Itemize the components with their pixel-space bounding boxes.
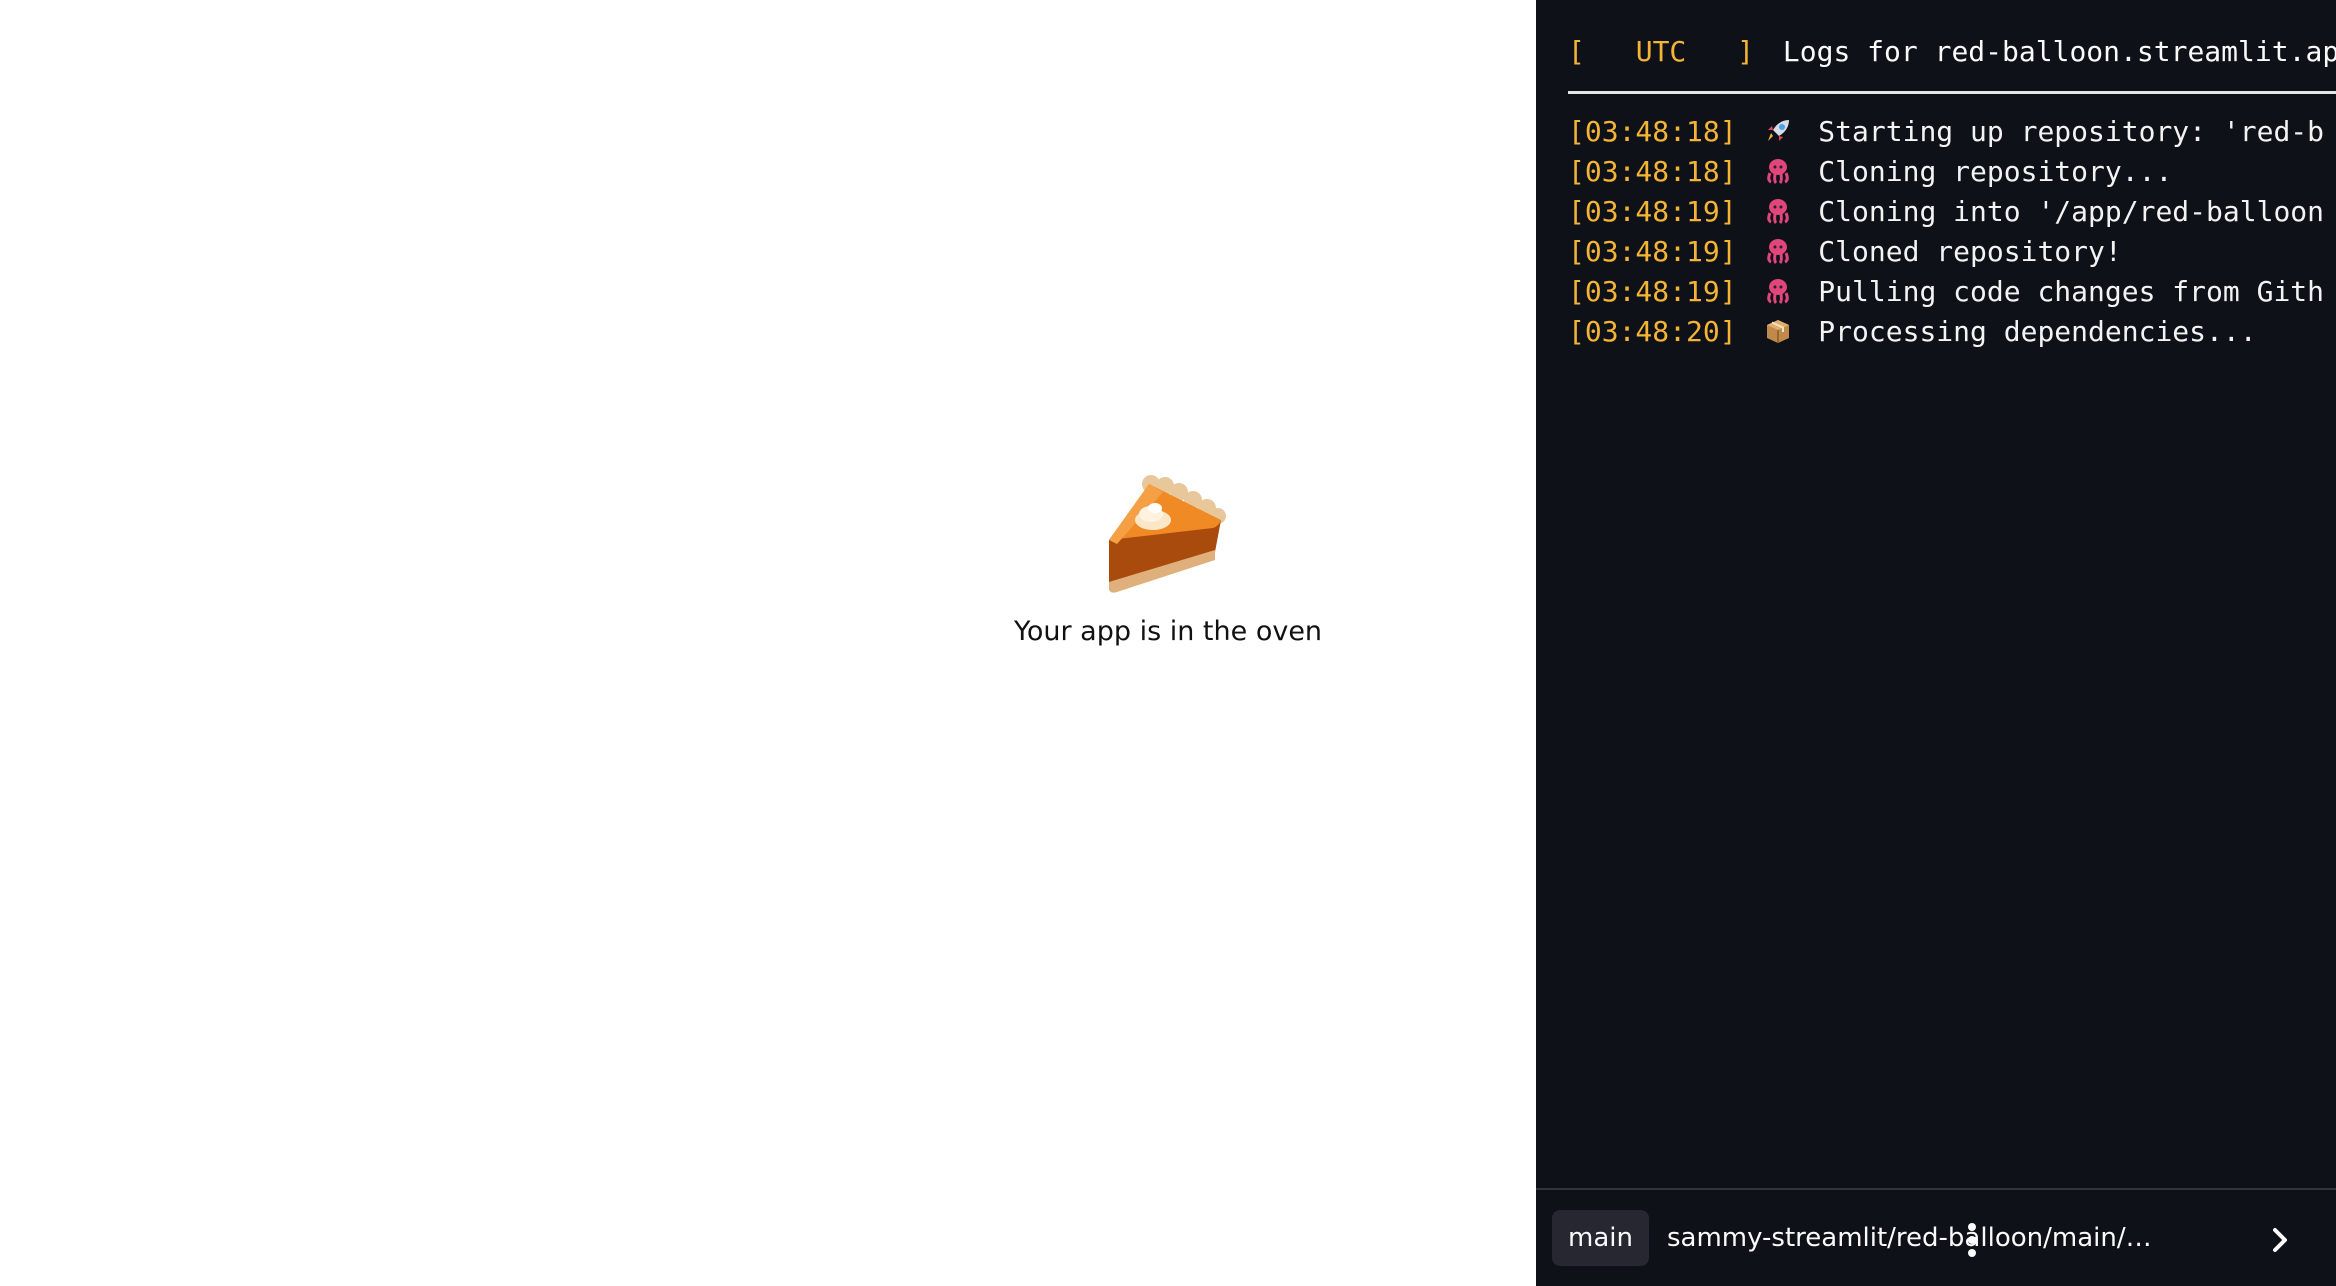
branch-badge: main — [1552, 1210, 1649, 1266]
page: Your app is in the oven [ UTC ] Logs for… — [0, 0, 2336, 1286]
timezone-open-bracket: [ — [1568, 35, 1585, 68]
repo-path-link[interactable]: sammy-streamlit/red-balloon/main/app.py — [1667, 1223, 2157, 1253]
octopus-icon — [1767, 239, 1790, 265]
console-toolbar: main sammy-streamlit/red-balloon/main/ap… — [1536, 1188, 2336, 1286]
vertical-dots-icon — [1968, 1223, 1976, 1257]
console-title: Logs for red-balloon.streamlit.app — [1782, 35, 2336, 68]
log-line: [03:48:20] Processing dependencies... — [1568, 312, 2324, 352]
log-line: [03:48:19] Pulling code changes from Git… — [1568, 272, 2324, 312]
log-message: Cloning into '/app/red-balloon'... — [1818, 195, 2324, 228]
pie-slice-icon — [1109, 475, 1226, 593]
log-timestamp: [03:48:19] — [1568, 275, 1737, 308]
log-timestamp: [03:48:18] — [1568, 155, 1737, 188]
octopus-icon — [1767, 199, 1790, 225]
log-line: [03:48:18] Starting up repository: 'red-… — [1568, 112, 2324, 152]
loading-message: Your app is in the oven — [1013, 616, 1323, 647]
log-console: [ UTC ] Logs for red-balloon.streamlit.a… — [1536, 0, 2336, 1286]
log-line: [03:48:19] Cloning into '/app/red-balloo… — [1568, 192, 2324, 232]
log-line: [03:48:18] Cloning repository... — [1568, 152, 2324, 192]
log-message: Cloning repository... — [1818, 155, 2173, 188]
collapse-console-button[interactable] — [2260, 1216, 2300, 1264]
log-lines[interactable]: [03:48:18] Starting up repository: 'red-… — [1568, 112, 2324, 352]
package-icon — [1767, 320, 1790, 343]
more-options-button[interactable] — [1952, 1216, 1992, 1264]
log-message: Pulling code changes from Github... — [1818, 275, 2324, 308]
octopus-icon — [1767, 159, 1790, 185]
chevron-right-icon — [2273, 1228, 2287, 1252]
app-preview-area: Your app is in the oven — [0, 0, 1536, 1286]
log-timestamp: [03:48:20] — [1568, 315, 1737, 348]
loading-container: Your app is in the oven — [1014, 470, 1322, 647]
log-message: Cloned repository! — [1818, 235, 2122, 268]
octopus-icon — [1767, 279, 1790, 305]
log-message: Processing dependencies... — [1818, 315, 2257, 348]
log-timestamp: [03:48:19] — [1568, 195, 1737, 228]
log-timestamp: [03:48:19] — [1568, 235, 1737, 268]
timezone-label[interactable]: UTC — [1636, 35, 1687, 68]
console-header: [ UTC ] Logs for red-balloon.streamlit.a… — [1568, 30, 2336, 94]
log-line: [03:48:19] Cloned repository! — [1568, 232, 2324, 272]
timezone-close-bracket: ] — [1737, 35, 1755, 68]
log-timestamp: [03:48:18] — [1568, 115, 1737, 148]
rocket-icon — [1768, 120, 1790, 141]
log-message: Starting up repository: 'red-balloon', b… — [1818, 115, 2324, 148]
